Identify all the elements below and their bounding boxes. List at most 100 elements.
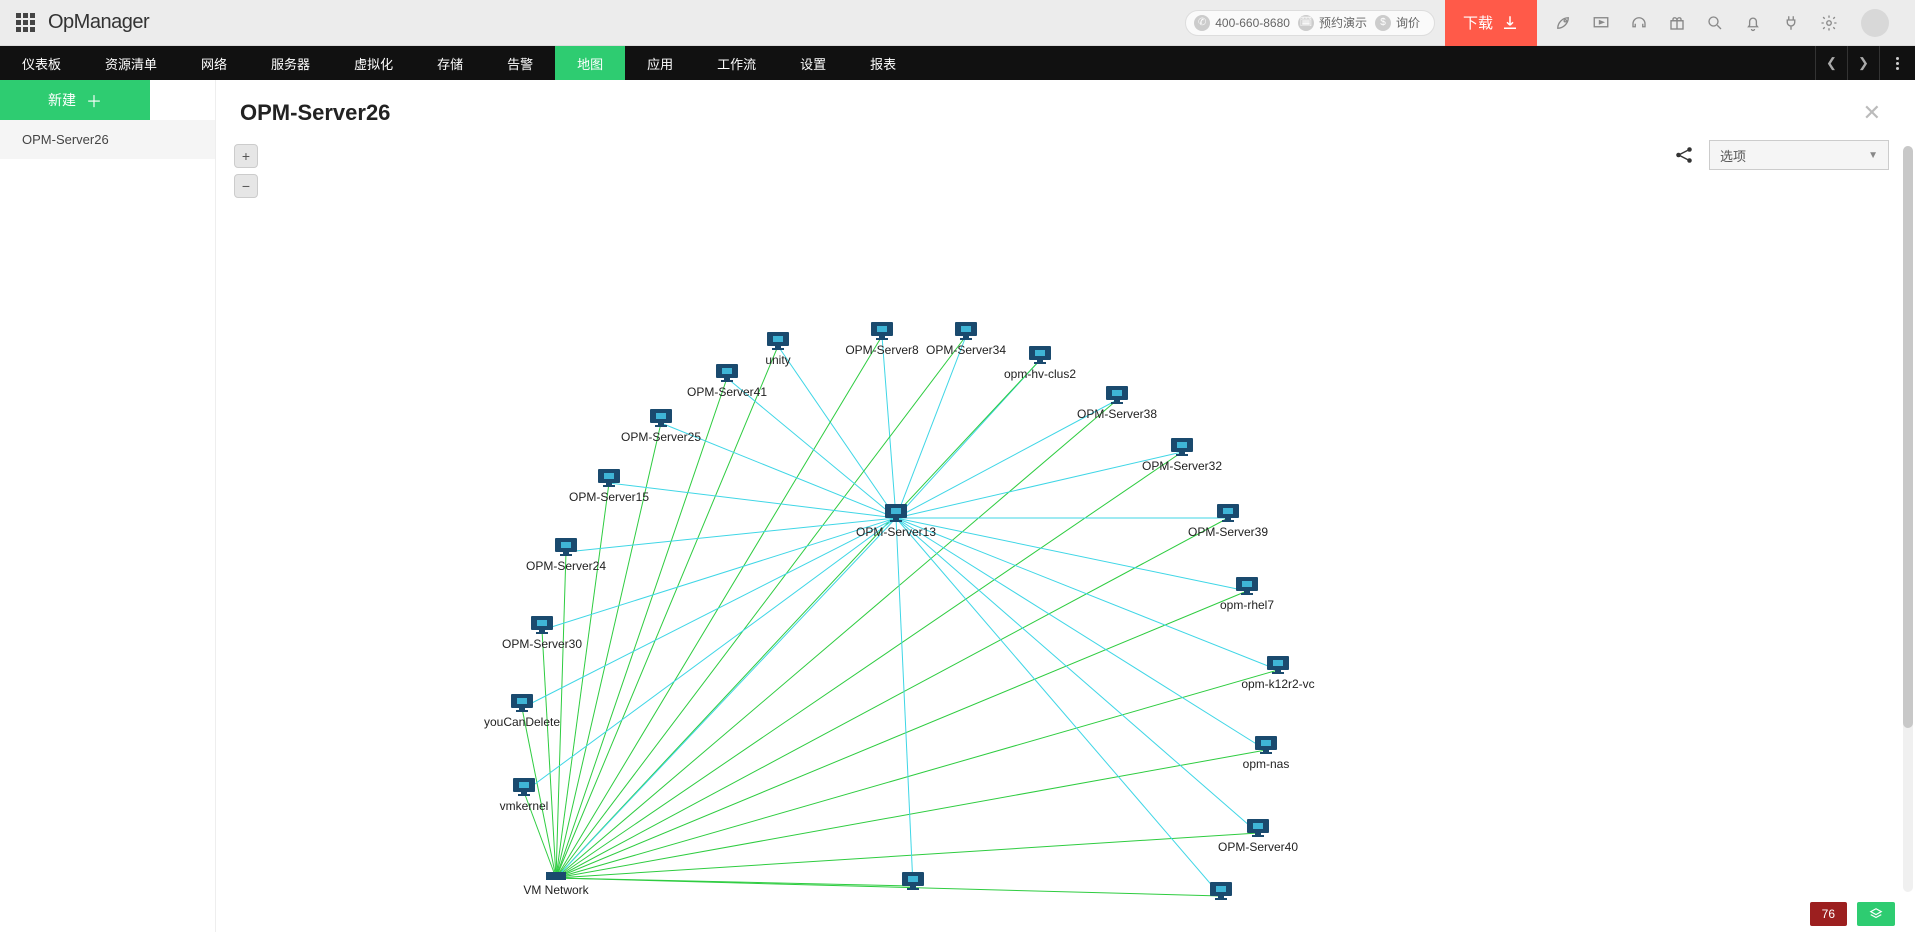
options-label: 选项 xyxy=(1720,146,1746,165)
phone-number: 400-660-8680 xyxy=(1215,16,1290,30)
rocket-icon[interactable] xyxy=(1553,13,1573,33)
sidebar-item-map[interactable]: OPM-Server26 xyxy=(0,120,215,159)
topo-node[interactable]: vmkernel xyxy=(500,778,549,813)
top-icon-tray xyxy=(1537,9,1905,37)
search-icon[interactable] xyxy=(1705,13,1725,33)
svg-text:VM Network: VM Network xyxy=(523,883,589,897)
svg-text:OPM-Server8: OPM-Server8 xyxy=(845,343,919,357)
topo-node[interactable]: OPM-Server41 xyxy=(687,364,767,399)
download-label: 下载 xyxy=(1463,12,1493,33)
download-button[interactable]: 下载 xyxy=(1445,0,1537,46)
svg-text:vmkernel: vmkernel xyxy=(500,799,549,813)
zoom-out-button[interactable]: − xyxy=(234,174,258,198)
alert-count-badge[interactable]: 76 xyxy=(1810,902,1847,926)
svg-text:OPM-Server15: OPM-Server15 xyxy=(569,490,649,504)
chevron-down-icon: ▼ xyxy=(1868,150,1878,161)
main-panel: OPM-Server26 ✕ + − 选项 ▼ unity OPM-Server8… xyxy=(216,80,1915,932)
layers-button[interactable] xyxy=(1857,902,1895,926)
topo-node[interactable]: OPM-Server39 xyxy=(1188,504,1268,539)
share-icon[interactable] xyxy=(1673,144,1695,166)
topo-node[interactable]: youCanDelete xyxy=(484,694,560,729)
svg-text:opm-nas: opm-nas xyxy=(1243,757,1290,771)
brand-title: OpManager xyxy=(48,11,149,34)
nav-item-9[interactable]: 工作流 xyxy=(695,46,778,80)
svg-text:OPM-Server34: OPM-Server34 xyxy=(926,343,1006,357)
dollar-icon: $ xyxy=(1375,15,1391,31)
nav-item-6[interactable]: 告警 xyxy=(485,46,555,80)
svg-text:OPM-Server40: OPM-Server40 xyxy=(1218,840,1298,854)
nav-item-11[interactable]: 报表 xyxy=(848,46,918,80)
svg-text:OPM-Server13: OPM-Server13 xyxy=(856,525,936,539)
nav-item-7[interactable]: 地图 xyxy=(555,46,625,80)
topology-svg[interactable]: unity OPM-Server8 OPM-Server34 opm-hv-clus2… xyxy=(216,138,1915,932)
demo-label: 预约演示 xyxy=(1319,14,1367,31)
plus-icon: ＋ xyxy=(86,88,102,112)
topo-node[interactable]: opm-nas xyxy=(1243,736,1290,771)
phone-icon: ✆ xyxy=(1194,15,1210,31)
nav-prev[interactable]: ❮ xyxy=(1815,46,1847,80)
calendar-icon: 🗓 xyxy=(1298,15,1314,31)
close-icon[interactable]: ✕ xyxy=(1853,96,1891,130)
apps-grid-icon[interactable] xyxy=(16,13,36,33)
svg-text:OPM-Server24: OPM-Server24 xyxy=(526,559,606,573)
plug-icon[interactable] xyxy=(1781,13,1801,33)
zoom-in-button[interactable]: + xyxy=(234,144,258,168)
topo-node[interactable]: opm-rhel7 xyxy=(1220,577,1274,612)
presentation-icon[interactable] xyxy=(1591,13,1611,33)
headset-icon[interactable] xyxy=(1629,13,1649,33)
topo-node[interactable]: OPM-Server13 xyxy=(856,504,936,539)
topo-node[interactable] xyxy=(1210,882,1232,900)
nav-item-5[interactable]: 存储 xyxy=(415,46,485,80)
nav-item-3[interactable]: 服务器 xyxy=(249,46,332,80)
svg-text:opm-rhel7: opm-rhel7 xyxy=(1220,598,1274,612)
new-label: 新建 xyxy=(48,90,76,110)
gift-icon[interactable] xyxy=(1667,13,1687,33)
svg-text:youCanDelete: youCanDelete xyxy=(484,715,560,729)
nav-item-10[interactable]: 设置 xyxy=(778,46,848,80)
sidebar: 新建 ＋ OPM-Server26 xyxy=(0,80,216,932)
topbar: OpManager ✆ 400-660-8680 🗓 预约演示 $ 询价 下载 xyxy=(0,0,1915,46)
svg-text:OPM-Server32: OPM-Server32 xyxy=(1142,459,1222,473)
nav-item-0[interactable]: 仪表板 xyxy=(0,46,83,80)
nav-item-2[interactable]: 网络 xyxy=(179,46,249,80)
topo-node[interactable]: OPM-Server34 xyxy=(926,322,1006,357)
vertical-scrollbar[interactable] xyxy=(1903,146,1913,892)
nav-arrows: ❮ ❯ xyxy=(1815,46,1879,80)
topo-node[interactable]: OPM-Server40 xyxy=(1218,819,1298,854)
svg-text:unity: unity xyxy=(765,353,790,367)
new-button[interactable]: 新建 ＋ xyxy=(0,80,150,120)
topo-node[interactable]: opm-hv-clus2 xyxy=(1004,346,1076,381)
topo-node[interactable]: opm-k12r2-vc xyxy=(1241,656,1314,691)
zoom-controls: + − xyxy=(234,144,258,204)
nav-item-8[interactable]: 应用 xyxy=(625,46,695,80)
gear-icon[interactable] xyxy=(1819,13,1839,33)
options-dropdown[interactable]: 选项 ▼ xyxy=(1709,140,1889,170)
svg-text:OPM-Server30: OPM-Server30 xyxy=(502,637,582,651)
svg-text:OPM-Server38: OPM-Server38 xyxy=(1077,407,1157,421)
svg-text:OPM-Server41: OPM-Server41 xyxy=(687,385,767,399)
topo-node[interactable]: OPM-Server38 xyxy=(1077,386,1157,421)
page-title: OPM-Server26 xyxy=(240,100,390,126)
nav-item-4[interactable]: 虚拟化 xyxy=(332,46,415,80)
main-nav: 仪表板资源清单网络服务器虚拟化存储告警地图应用工作流设置报表 ❮ ❯ xyxy=(0,46,1915,80)
nav-next[interactable]: ❯ xyxy=(1847,46,1879,80)
topo-node[interactable]: OPM-Server24 xyxy=(526,538,606,573)
layers-icon xyxy=(1867,907,1885,921)
topo-node[interactable]: OPM-Server32 xyxy=(1142,438,1222,473)
nav-more-icon[interactable] xyxy=(1879,46,1915,80)
inquiry-label: 询价 xyxy=(1396,14,1420,31)
topo-node[interactable]: VM Network xyxy=(523,872,589,897)
svg-text:opm-hv-clus2: opm-hv-clus2 xyxy=(1004,367,1076,381)
svg-text:OPM-Server25: OPM-Server25 xyxy=(621,430,701,444)
download-icon xyxy=(1501,14,1519,32)
svg-text:opm-k12r2-vc: opm-k12r2-vc xyxy=(1241,677,1314,691)
topo-node[interactable]: OPM-Server25 xyxy=(621,409,701,444)
nav-item-1[interactable]: 资源清单 xyxy=(83,46,179,80)
topology-canvas[interactable]: + − 选项 ▼ unity OPM-Server8 OPM-Server34 opm… xyxy=(216,138,1915,932)
topo-node[interactable]: OPM-Server8 xyxy=(845,322,919,357)
svg-text:OPM-Server39: OPM-Server39 xyxy=(1188,525,1268,539)
user-avatar[interactable] xyxy=(1861,9,1889,37)
contact-pill[interactable]: ✆ 400-660-8680 🗓 预约演示 $ 询价 xyxy=(1185,10,1435,36)
bell-icon[interactable] xyxy=(1743,13,1763,33)
topo-node[interactable]: unity xyxy=(765,332,790,367)
